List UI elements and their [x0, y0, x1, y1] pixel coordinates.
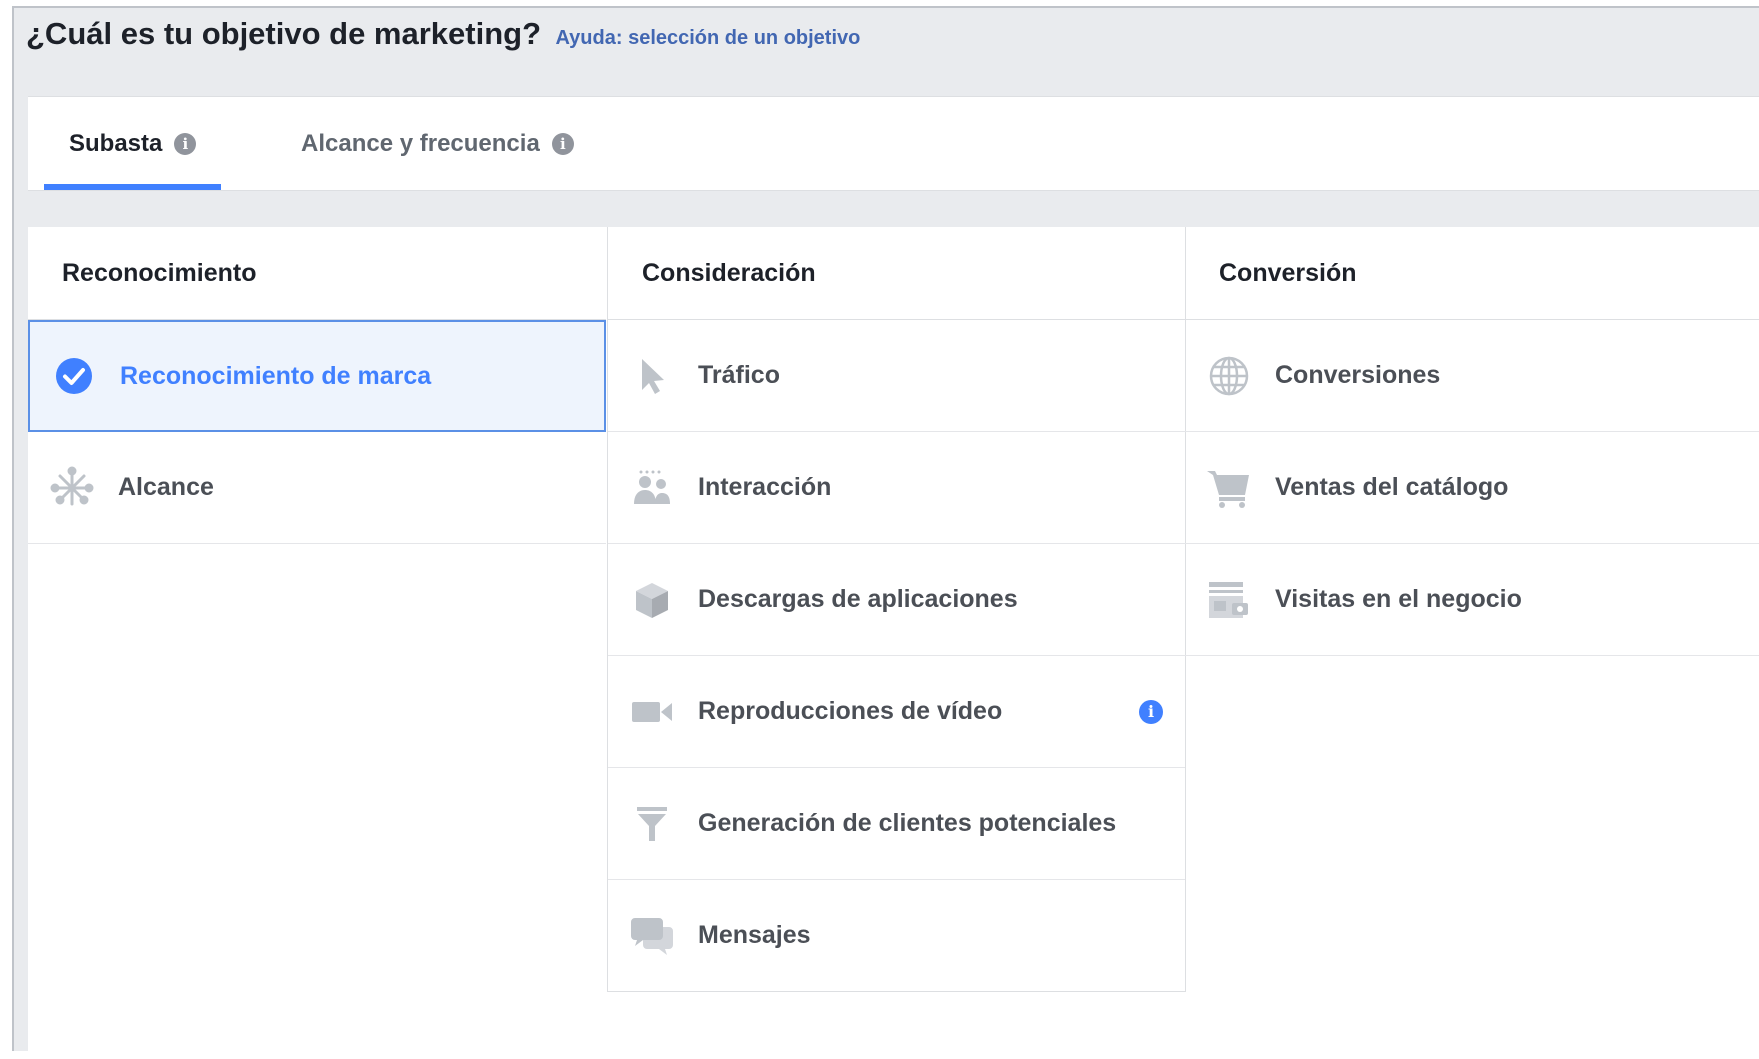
objective-descargas-de-aplicaciones[interactable]: Descargas de aplicaciones [608, 544, 1185, 656]
objective-generacion-de-clientes-potenciales[interactable]: Generación de clientes potenciales [608, 768, 1185, 880]
objective-label: Descargas de aplicaciones [698, 585, 1018, 613]
column-consideracion: Consideración Tráfico Interacción Descar… [607, 227, 1186, 992]
objective-mensajes[interactable]: Mensajes [608, 880, 1185, 992]
objective-reconocimiento-de-marca[interactable]: Reconocimiento de marca [28, 320, 606, 432]
objective-visitas-en-el-negocio[interactable]: Visitas en el negocio [1185, 544, 1759, 656]
tab-bar: Subasta i Alcance y frecuencia i [28, 96, 1759, 191]
column-heading: Reconocimiento [28, 227, 606, 320]
objective-interaccion[interactable]: Interacción [608, 432, 1185, 544]
column-reconocimiento: Reconocimiento Reconocimiento de marca A… [28, 227, 606, 544]
tab-subasta[interactable]: Subasta i [44, 97, 222, 190]
people-icon [628, 464, 676, 512]
objective-reproducciones-de-video[interactable]: Reproducciones de vídeo i [608, 656, 1185, 768]
objective-label: Alcance [118, 473, 214, 501]
objective-label: Visitas en el negocio [1275, 585, 1522, 613]
globe-icon [1205, 352, 1253, 400]
objective-trafico[interactable]: Tráfico [608, 320, 1185, 432]
objective-label: Conversiones [1275, 361, 1441, 389]
objective-label: Generación de clientes potenciales [698, 809, 1117, 837]
check-circle-icon [50, 352, 98, 400]
shopping-cart-icon [1205, 464, 1253, 512]
tab-label: Subasta [69, 129, 163, 157]
objective-label: Ventas del catálogo [1275, 473, 1509, 501]
objective-ventas-del-catalogo[interactable]: Ventas del catálogo [1185, 432, 1759, 544]
funnel-icon [628, 800, 676, 848]
objective-conversiones[interactable]: Conversiones [1185, 320, 1759, 432]
chat-bubbles-icon [628, 912, 676, 960]
objective-label: Reproducciones de vídeo [698, 697, 1003, 725]
objective-dialog: ¿Cuál es tu objetivo de marketing? Ayuda… [12, 6, 1759, 1059]
objective-label: Mensajes [698, 921, 811, 949]
cursor-icon [628, 352, 676, 400]
objective-label: Reconocimiento de marca [120, 361, 432, 390]
box-icon [628, 576, 676, 624]
column-conversion: Conversión Conversiones Ventas del catál… [1185, 227, 1759, 656]
info-icon[interactable]: i [174, 132, 197, 155]
page-heading: ¿Cuál es tu objetivo de marketing? Ayuda… [26, 16, 860, 52]
tab-label: Alcance y frecuencia [301, 129, 540, 157]
tab-alcance-y-frecuencia[interactable]: Alcance y frecuencia i [301, 97, 574, 190]
video-camera-icon [628, 688, 676, 736]
info-icon[interactable]: i [551, 132, 574, 155]
active-tab-indicator [44, 184, 222, 190]
column-heading: Conversión [1185, 227, 1759, 320]
help-link[interactable]: Ayuda: selección de un objetivo [555, 27, 860, 49]
info-icon[interactable]: i [1139, 699, 1163, 724]
storefront-icon [1205, 576, 1253, 624]
objective-label: Tráfico [698, 361, 780, 389]
page-title: ¿Cuál es tu objetivo de marketing? [26, 16, 542, 51]
objectives-panel: Reconocimiento Reconocimiento de marca A… [28, 227, 1759, 1059]
column-heading: Consideración [608, 227, 1185, 320]
reach-burst-icon [48, 464, 96, 512]
objective-label: Interacción [698, 473, 832, 501]
objective-alcance[interactable]: Alcance [28, 432, 606, 544]
